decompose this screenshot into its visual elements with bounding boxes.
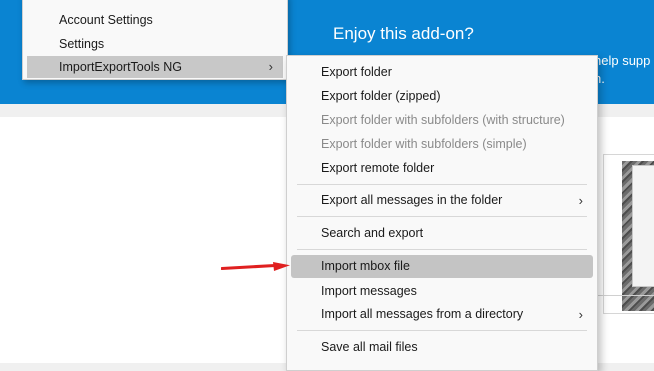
banner-title: Enjoy this add-on? [333, 24, 474, 43]
menu-item-export-subfolders-structure: Export folder with subfolders (with stru… [291, 109, 593, 132]
menu-item-export-subfolders-simple: Export folder with subfolders (simple) [291, 133, 593, 156]
menu-item-label: Save all mail files [321, 340, 418, 354]
menu-item-import-from-directory[interactable]: Import all messages from a directory › [291, 303, 593, 326]
menu-item-label: Account Settings [59, 13, 153, 27]
menu-item-export-all-messages[interactable]: Export all messages in the folder › [291, 189, 593, 212]
chevron-right-icon: › [578, 307, 583, 322]
menu-item-label: Import messages [321, 284, 417, 298]
menu-item-account-settings[interactable]: Account Settings [27, 9, 283, 31]
menu-item-label: Settings [59, 37, 105, 51]
chevron-right-icon: › [578, 193, 583, 208]
chevron-right-icon: › [268, 59, 273, 74]
menu-item-label: Import mbox file [321, 259, 410, 273]
banner-text-line2: n. [594, 71, 605, 86]
menu-item-export-folder[interactable]: Export folder [291, 61, 593, 84]
banner-text-line1: help supp [594, 53, 651, 68]
menu-item-import-messages[interactable]: Import messages [291, 280, 593, 303]
menu-item-importexporttools[interactable]: ImportExportTools NG › [27, 56, 283, 78]
menu-item-label: ImportExportTools NG [59, 60, 182, 74]
menu-item-save-all-mail-files[interactable]: Save all mail files [291, 336, 593, 359]
divider [598, 295, 654, 296]
menu-separator [297, 184, 587, 185]
banner-text: help supp n. [594, 52, 650, 88]
menu-item-search-and-export[interactable]: Search and export [291, 222, 593, 245]
menu-item-export-folder-zipped[interactable]: Export folder (zipped) [291, 85, 593, 108]
menu-separator [297, 216, 587, 217]
menu-item-import-mbox-file[interactable]: Import mbox file [291, 255, 593, 278]
menu-item-label: Export folder with subfolders (with stru… [321, 113, 565, 127]
tools-menu: Account Settings Settings ImportExportTo… [22, 0, 288, 80]
menu-item-label: Export folder with subfolders (simple) [321, 137, 527, 151]
menu-item-label: Export remote folder [321, 161, 435, 175]
red-arrow-icon [221, 262, 290, 271]
menu-item-export-remote-folder[interactable]: Export remote folder [291, 157, 593, 180]
menu-separator [297, 249, 587, 250]
menu-item-label: Export folder (zipped) [321, 89, 441, 103]
menu-item-label: Search and export [321, 226, 424, 240]
menu-item-label: Export folder [321, 65, 392, 79]
screenshot-thumbnail[interactable] [603, 154, 654, 314]
thumbnail-dialog [632, 165, 654, 287]
menu-item-settings[interactable]: Settings [27, 33, 283, 55]
menu-item-label: Export all messages in the folder [321, 193, 503, 207]
menu-item-label: Import all messages from a directory [321, 307, 524, 321]
importexporttools-submenu: Export folder Export folder (zipped) Exp… [286, 55, 598, 371]
menu-separator [297, 330, 587, 331]
